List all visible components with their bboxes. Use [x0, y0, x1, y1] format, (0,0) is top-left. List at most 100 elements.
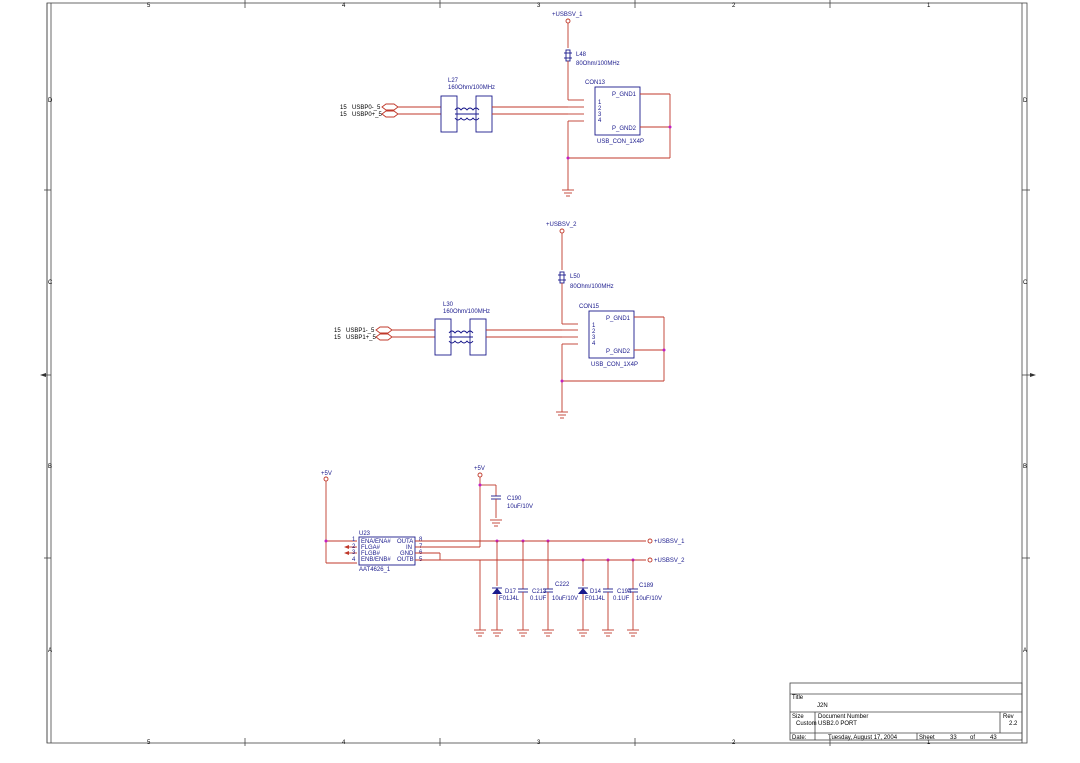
row-label: A: [48, 648, 52, 654]
ic-pin-label: ENB/ENB#: [361, 557, 391, 563]
ground-icon: [562, 189, 574, 197]
net-label-usbp1-minus: USBP1-_5: [346, 328, 375, 334]
schematic-canvas: 5 4 3 2 1 5 4 3 2 1 D C B A D C B A +USB…: [40, 0, 1036, 746]
cmc-value: 160Ohm/100MHz: [448, 85, 495, 91]
rev-value: 2.2: [1009, 721, 1018, 727]
capacitor-icon: [491, 495, 501, 500]
ferrite-bead-icon: [564, 49, 572, 62]
usb-power-switch-circuit: +5V U23 1 2 3 4 ENA/ENA# FLGA# FLGB# ENB…: [321, 466, 685, 637]
common-mode-choke-icon: [434, 318, 487, 356]
usb-port-1-circuit: +USBSV_1 L48 80Ohm/100MHz 15 15 USBP0-_5…: [340, 12, 672, 197]
ground-icon: [556, 411, 568, 419]
diode-ref: D17: [505, 589, 517, 595]
ic-pin-label: OUTB: [397, 557, 414, 563]
cap-value: 10uF/10V: [552, 596, 578, 602]
choke-value: 80Ohm/100MHz: [576, 61, 620, 67]
offpage-connector-icon: [381, 110, 399, 118]
svg-text:1: 1: [352, 537, 356, 543]
connector-value: USB_CON_1X4P: [591, 362, 638, 368]
drawing-frame: [40, 0, 1036, 746]
size-value: Custom: [796, 721, 817, 727]
row-label: B: [1023, 464, 1027, 470]
title-value: J2N: [817, 703, 828, 709]
docnum-label: Document Number: [818, 714, 868, 720]
output-rail-label: +USBSV_1: [654, 539, 685, 545]
pin-label: P_GND1: [606, 316, 631, 322]
common-mode-choke-icon: [440, 95, 493, 133]
net-label-usbp0-minus: USBP0-_5: [352, 105, 381, 111]
cap-value: 0.1UF: [530, 596, 547, 602]
ferrite-bead-icon: [558, 271, 566, 284]
diode-icon: [578, 588, 588, 594]
row-label: C: [1023, 280, 1028, 286]
date-label: Date:: [792, 735, 807, 741]
cap-value: 10uF/10V: [636, 596, 662, 602]
cmc-ref: L30: [443, 302, 454, 308]
col-label: 3: [537, 3, 541, 9]
page-ref: 15: [340, 112, 347, 118]
title-label: Title: [792, 695, 804, 701]
date-value: Tuesday, August 17, 2004: [828, 735, 898, 741]
output-rail-label: +USBSV_2: [654, 558, 685, 564]
row-label: A: [1023, 648, 1027, 654]
cap-ref: C190: [507, 496, 522, 502]
usb-port-2-circuit: +USBSV_2 L50 80Ohm/100MHz 15 15 USBP1-_5…: [334, 222, 666, 419]
pin-label: P_GND2: [612, 126, 637, 132]
power-rail-icon: [323, 476, 329, 482]
choke-value: 80Ohm/100MHz: [570, 284, 614, 290]
choke-ref: L50: [570, 274, 581, 280]
frame-row-labels: D C B A D C B A: [48, 98, 1028, 654]
power-rail-icon: [559, 228, 565, 234]
connector-ref: CON13: [585, 80, 606, 86]
svg-text:4: 4: [352, 557, 356, 563]
offpage-connector-icon: [381, 103, 399, 111]
rail-label: +USBSV_2: [546, 222, 577, 228]
ground-icon: [490, 519, 502, 527]
size-label: Size: [792, 714, 804, 720]
col-label: 5: [147, 3, 151, 9]
page-ref: 15: [334, 335, 341, 341]
pin-label: P_GND2: [606, 349, 631, 355]
connector-value: USB_CON_1X4P: [597, 139, 644, 145]
pin-label: P_GND1: [612, 92, 637, 98]
col-label: 1: [927, 3, 931, 9]
capacitor-icon: [603, 588, 613, 593]
output-port-icon: [647, 538, 653, 544]
sheet-value: 33: [950, 735, 957, 741]
svg-text:8: 8: [419, 537, 423, 543]
offpage-connector-icon: [375, 326, 393, 334]
row-label: D: [48, 98, 53, 104]
output-port-icon: [647, 557, 653, 563]
diode-icon: [492, 588, 502, 594]
diode-value: F01J4L: [499, 596, 520, 602]
connector-ref: CON15: [579, 304, 600, 310]
of-label: of: [970, 735, 975, 741]
capacitor-icon: [518, 588, 528, 593]
col-label: 4: [342, 3, 346, 9]
cap-ref: C222: [555, 582, 570, 588]
net-label-usbp0-plus: USBP0+_5: [352, 112, 383, 118]
page-ref: 15: [340, 105, 347, 111]
cap-value: 0.1UF: [613, 596, 630, 602]
sheet-label: Sheet: [919, 735, 935, 741]
diode-value: F01J4L: [585, 596, 606, 602]
net-label-usbp1-plus: USBP1+_5: [346, 335, 377, 341]
rail-label: +5V: [474, 466, 485, 472]
ic-ref: U23: [359, 531, 371, 537]
title-block: Title J2N Size Custom Document Number US…: [789, 682, 1023, 741]
docnum-value: USB2.0 PORT: [818, 721, 857, 727]
cmc-value: 160Ohm/100MHz: [443, 309, 490, 315]
ic-value: AAT4626_1: [359, 567, 391, 573]
row-label: C: [48, 280, 53, 286]
cmc-ref: L27: [448, 78, 459, 84]
rev-label: Rev: [1003, 714, 1014, 720]
rail-label: +USBSV_1: [552, 12, 583, 18]
offpage-connector-icon: [375, 333, 393, 341]
power-rail-icon: [565, 18, 571, 24]
cap-ref: C189: [639, 583, 654, 589]
col-label: 2: [732, 3, 736, 9]
total-sheets: 43: [990, 735, 997, 741]
diode-ref: D14: [590, 589, 602, 595]
power-rail-icon: [477, 472, 483, 478]
row-label: B: [48, 464, 52, 470]
